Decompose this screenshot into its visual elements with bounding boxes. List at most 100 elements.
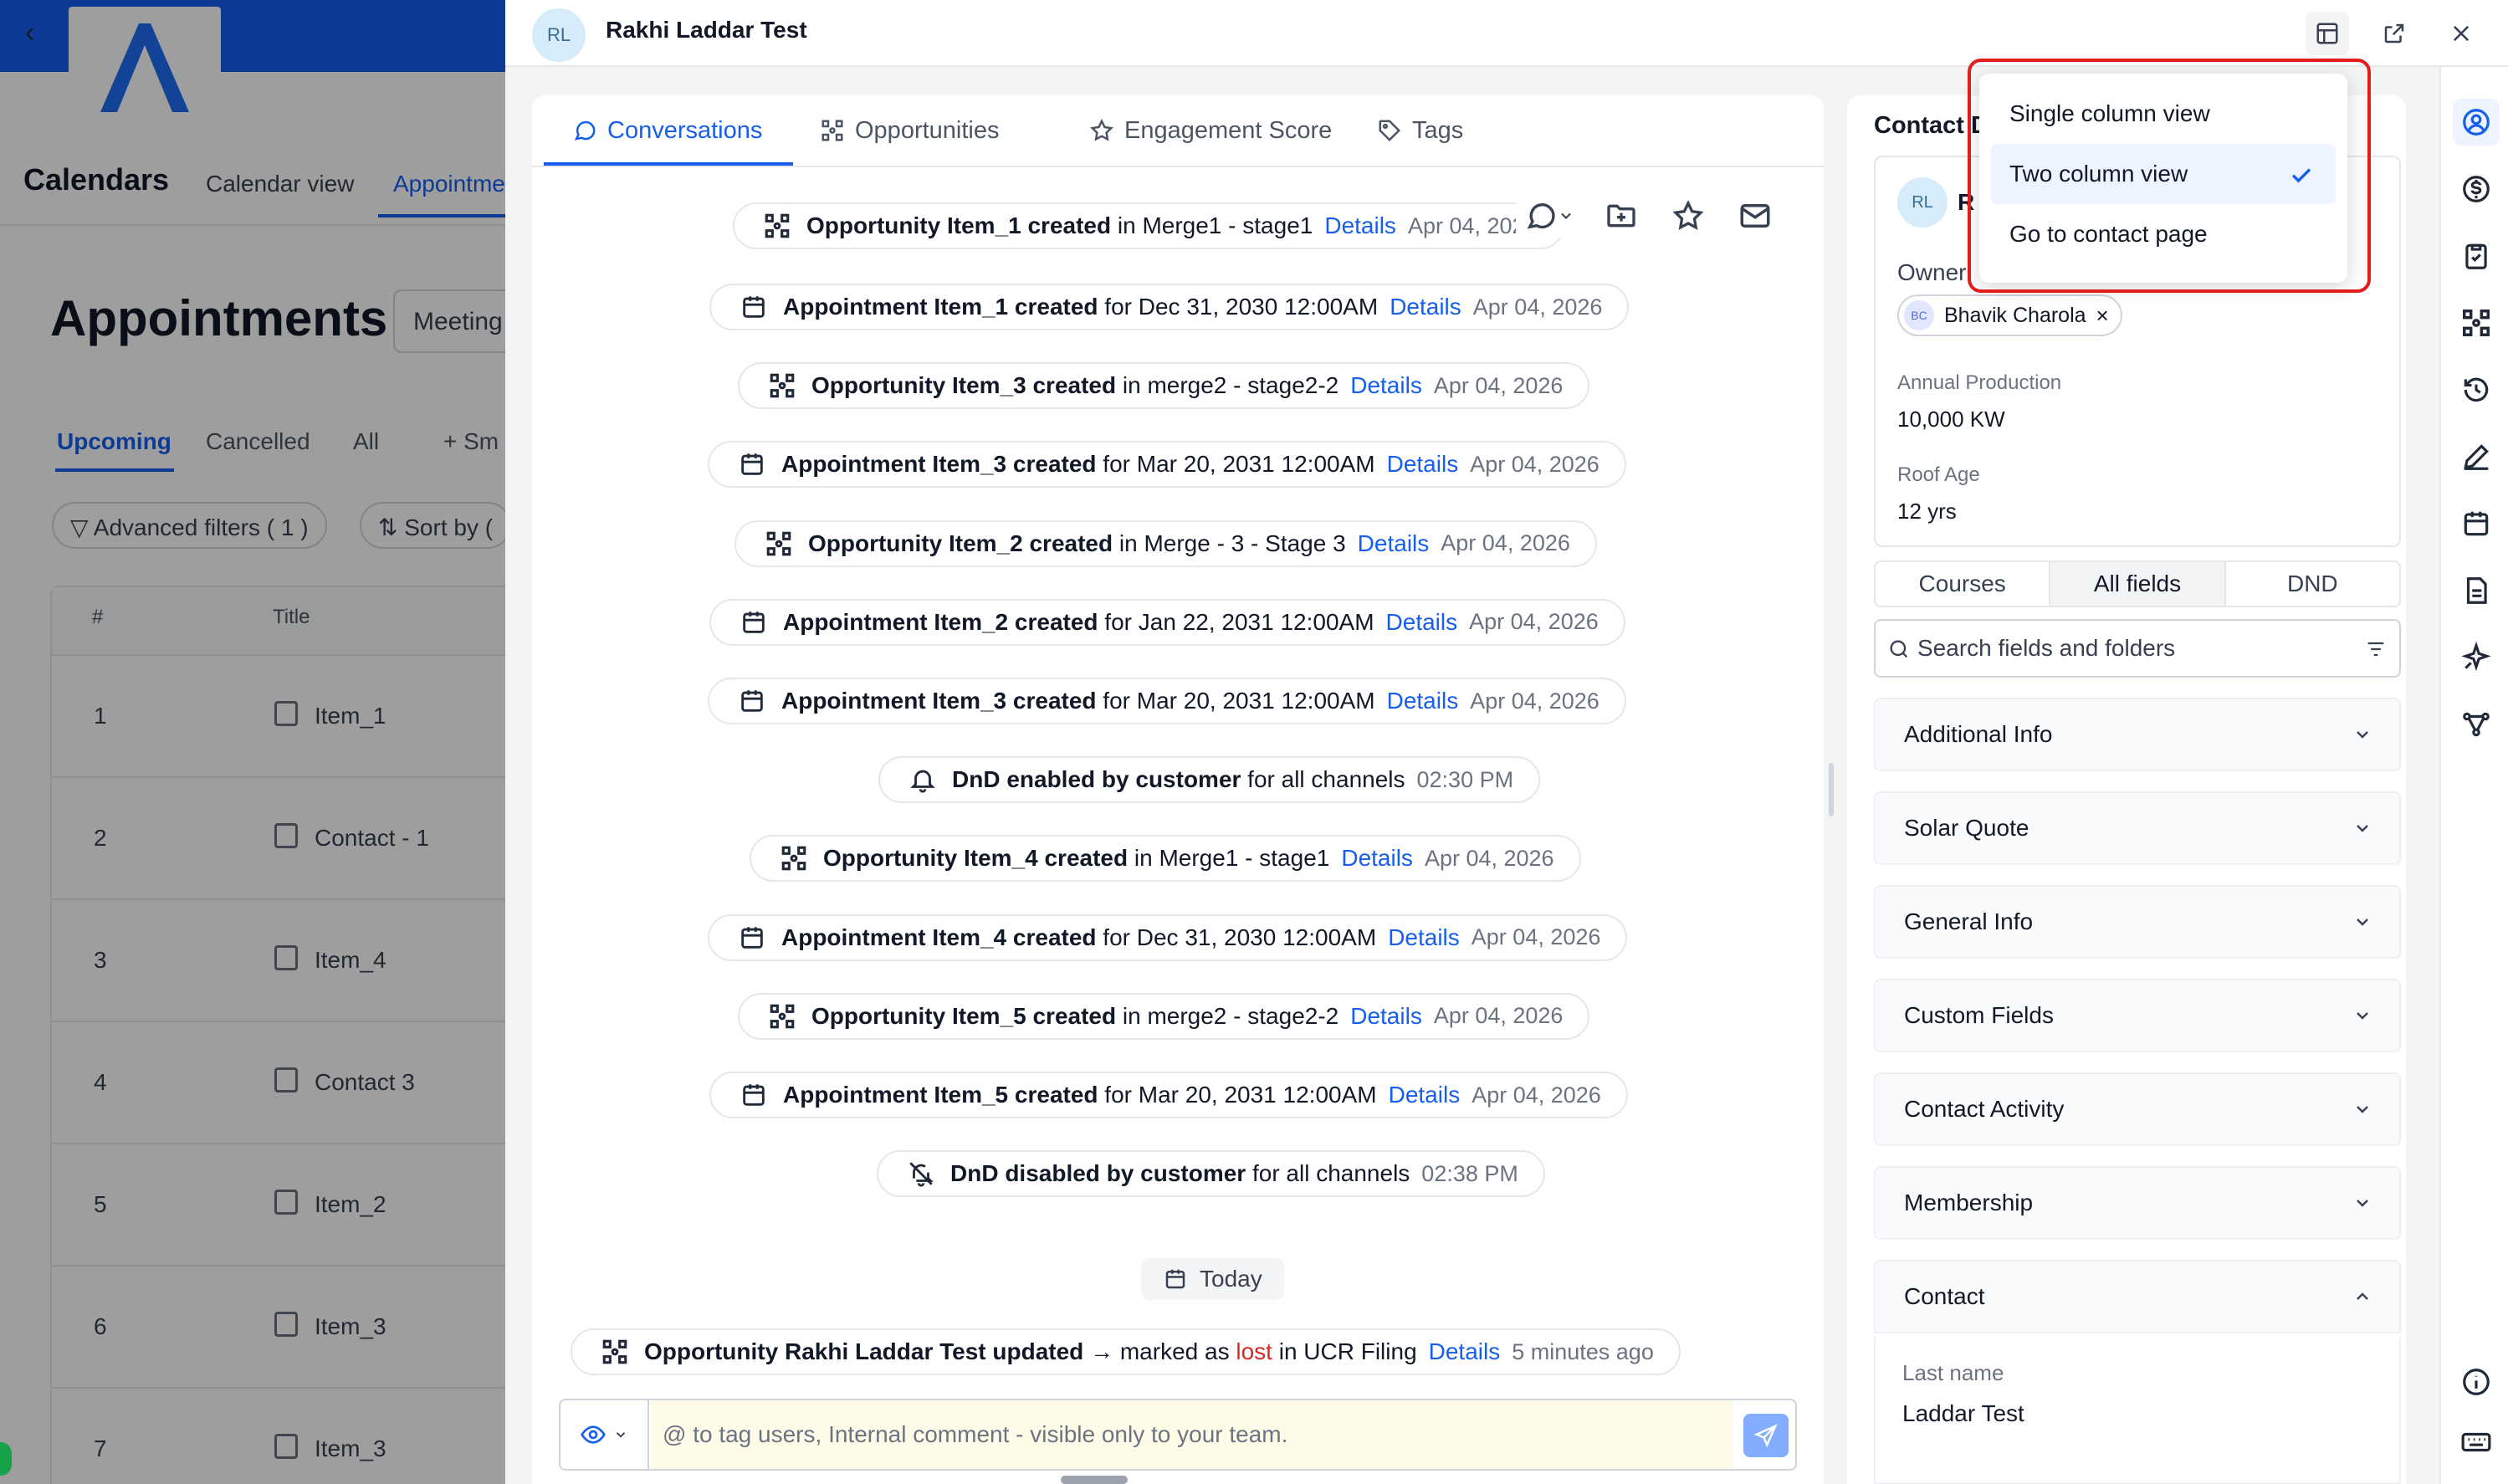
section-solar-quote[interactable]: Solar Quote: [1874, 791, 2401, 865]
timeline-event: Opportunity Item_3 created in merge2 - s…: [738, 362, 1590, 410]
details-link[interactable]: Details: [1350, 1003, 1422, 1030]
section-contact-activity[interactable]: Contact Activity: [1874, 1072, 2401, 1146]
event-detail: for Mar 20, 2031 12:00AM: [1096, 688, 1375, 714]
mail-icon[interactable]: [1733, 194, 1777, 238]
section-general-info[interactable]: General Info: [1874, 885, 2401, 959]
keyboard-icon[interactable]: [2453, 1419, 2500, 1466]
details-link[interactable]: Details: [1386, 609, 1458, 636]
pencil-icon[interactable]: [2453, 433, 2500, 480]
chevron-up-icon: [2357, 1292, 2368, 1300]
section-title: Additional Info: [1904, 721, 2053, 747]
event-detail: for Dec 31, 2030 12:00AM: [1098, 294, 1379, 320]
tab-label: Opportunities: [855, 116, 1000, 144]
chevron-down-icon: [2357, 1012, 2368, 1020]
event-arrow-text: → marked as: [1083, 1338, 1236, 1364]
today-divider: Today: [1141, 1258, 1284, 1300]
owner-label: Owner: [1897, 259, 1967, 285]
segment-dnd[interactable]: DND: [2224, 562, 2399, 606]
tab-engagement-score[interactable]: Engagement Score: [1089, 114, 1332, 147]
event-detail: in Merge1 - stage1: [1128, 845, 1330, 872]
details-link[interactable]: Details: [1387, 451, 1459, 478]
details-link[interactable]: Details: [1350, 372, 1422, 399]
event-detail: for Dec 31, 2030 12:00AM: [1096, 924, 1377, 950]
tab-label: Tags: [1412, 116, 1464, 144]
history-icon[interactable]: [2453, 366, 2500, 413]
segment-all-fields[interactable]: All fields: [2049, 562, 2224, 606]
external-link-icon[interactable]: [2372, 12, 2416, 55]
opportunity-icon: [821, 120, 843, 141]
timeline-event: DnD disabled by customer for all channel…: [877, 1150, 1545, 1198]
details-link[interactable]: Details: [1341, 845, 1413, 872]
calendar-icon[interactable]: [2453, 500, 2500, 547]
user-icon[interactable]: [2453, 99, 2500, 146]
calendar-icon: [738, 606, 770, 638]
send-button[interactable]: [1743, 1414, 1789, 1457]
details-link[interactable]: Details: [1429, 1338, 1501, 1365]
section-title: Contact: [1904, 1283, 1985, 1309]
details-link[interactable]: Details: [1389, 1082, 1461, 1108]
clipboard-check-icon[interactable]: [2453, 233, 2500, 279]
document-icon[interactable]: [2453, 567, 2500, 614]
dollar-icon[interactable]: [2453, 166, 2500, 212]
opportunity-icon[interactable]: [2453, 299, 2500, 346]
tab-conversations[interactable]: Conversations: [572, 114, 762, 147]
field-value: Laddar Test: [1902, 1400, 2024, 1426]
event-detail: for all channels: [1246, 1160, 1410, 1187]
star-icon[interactable]: [1666, 194, 1710, 238]
tab-opportunities[interactable]: Opportunities: [820, 114, 1000, 147]
segment-courses[interactable]: Courses: [1876, 562, 2049, 606]
comment-input[interactable]: [651, 1400, 1733, 1469]
info-icon[interactable]: [2453, 1359, 2500, 1405]
contact-details-panel: Contact D RL R Owner BC Bhavik Charola ×…: [1847, 95, 2406, 1484]
details-link[interactable]: Details: [1387, 688, 1459, 714]
timeline-event: Opportunity Item_4 created in Merge1 - s…: [750, 835, 1581, 883]
opportunity-icon: [599, 1336, 631, 1368]
event-date: Apr 04, 2026: [1433, 1003, 1564, 1029]
remove-icon[interactable]: ×: [2096, 303, 2109, 329]
add-folder-icon[interactable]: [1599, 194, 1643, 238]
event-detail: in UCR Filing: [1272, 1338, 1417, 1364]
field-value: 12 yrs: [1897, 499, 1957, 524]
event-date: 02:30 PM: [1416, 766, 1514, 792]
event-title: Appointment Item_4 created: [781, 924, 1097, 950]
section-membership[interactable]: Membership: [1874, 1166, 2401, 1240]
chat-type-selector[interactable]: [1516, 194, 1583, 238]
section-contact[interactable]: Contact: [1874, 1260, 2401, 1333]
sparkle-icon[interactable]: [2453, 634, 2500, 681]
event-title: Appointment Item_1 created: [783, 294, 1098, 320]
event-title: Opportunity Item_3 created: [811, 372, 1117, 399]
section-title: Contact Activity: [1904, 1096, 2065, 1122]
opportunity-icon: [763, 528, 795, 560]
section-custom-fields[interactable]: Custom Fields: [1874, 979, 2401, 1052]
bell-off-icon: [905, 1158, 937, 1190]
tab-label: Conversations: [607, 116, 763, 144]
close-icon[interactable]: [2439, 12, 2483, 55]
details-link[interactable]: Details: [1388, 924, 1460, 951]
avatar: RL: [532, 8, 586, 62]
event-detail: for Mar 20, 2031 12:00AM: [1098, 1082, 1377, 1108]
tab-tags[interactable]: Tags: [1377, 114, 1463, 147]
section-additional-info[interactable]: Additional Info: [1874, 698, 2401, 771]
highlight-annotation: [1968, 59, 2371, 293]
chevron-down-icon: [2357, 825, 2368, 832]
details-link[interactable]: Details: [1390, 294, 1461, 320]
right-icon-rail: [2439, 67, 2508, 1484]
details-link[interactable]: Details: [1324, 212, 1396, 239]
panel-splitter[interactable]: [1829, 763, 1834, 816]
bell-icon: [907, 764, 939, 796]
contact-section-body: Last name Laddar Test: [1874, 1337, 2401, 1484]
timeline-event: Opportunity Rakhi Laddar Test updated → …: [571, 1328, 1681, 1375]
timeline-event: Appointment Item_2 created for Jan 22, 2…: [709, 598, 1625, 646]
event-title: Appointment Item_3 created: [781, 688, 1097, 714]
modal-overlay[interactable]: [0, 0, 505, 1484]
layout-icon[interactable]: [2306, 12, 2349, 55]
event-date: Apr 04, 2026: [1424, 845, 1554, 871]
owner-chip: BC Bhavik Charola ×: [1897, 294, 2122, 336]
workflow-icon[interactable]: [2453, 701, 2500, 748]
resize-handle[interactable]: [1061, 1476, 1128, 1484]
search-input[interactable]: [1917, 621, 2352, 676]
visibility-selector[interactable]: [560, 1400, 649, 1469]
details-link[interactable]: Details: [1358, 530, 1430, 557]
event-title: Opportunity Item_4 created: [823, 845, 1129, 872]
chevron-down-icon: [2357, 1106, 2368, 1113]
